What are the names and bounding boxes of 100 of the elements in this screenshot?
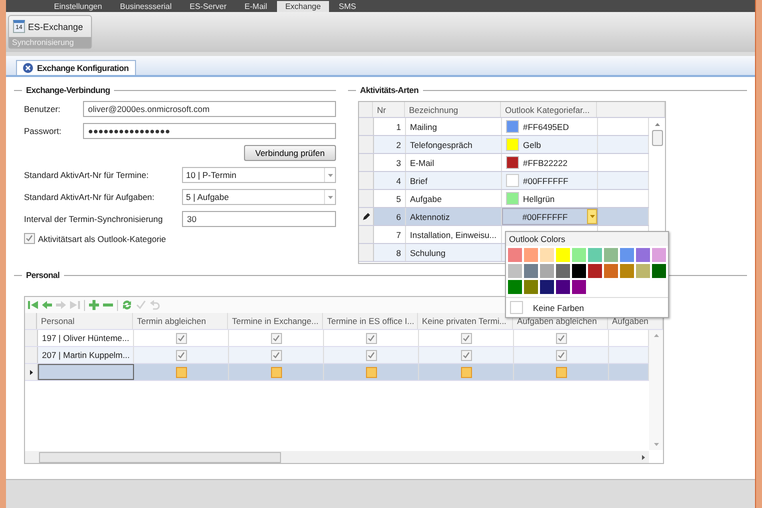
table-cell: 5 — [374, 190, 406, 207]
column-header[interactable]: Keine privaten Termi... — [418, 313, 513, 329]
checkbox[interactable] — [176, 366, 186, 378]
color-swatch[interactable] — [540, 248, 554, 262]
color-swatch[interactable] — [652, 264, 666, 278]
column-header[interactable]: Bezeichnung — [405, 102, 501, 117]
checkbox[interactable] — [176, 332, 186, 344]
table-row[interactable]: 2 Telefongespräch Gelb — [359, 136, 649, 154]
table-row[interactable] — [25, 364, 649, 381]
scrollbar[interactable] — [25, 451, 649, 463]
color-swatch[interactable] — [572, 264, 586, 278]
color-swatch[interactable] — [620, 264, 634, 278]
dropdown[interactable]: 5 | Aufgabe — [182, 189, 336, 205]
column-header[interactable]: Termine in Exchange... — [228, 313, 323, 329]
checkbox[interactable] — [556, 350, 566, 360]
app-tab[interactable]: SMS — [330, 1, 364, 12]
color-swatch[interactable] — [636, 264, 650, 278]
test-connection-button[interactable]: Verbindung prüfen — [244, 145, 336, 161]
app-tab[interactable]: Einstellungen — [46, 1, 110, 12]
color-swatch[interactable] — [508, 264, 522, 278]
dropdown[interactable]: 10 | P-Termin — [182, 167, 336, 183]
app-tab[interactable]: ES-Server — [182, 1, 235, 12]
table-cell: 7 — [374, 226, 406, 243]
empty-swatch[interactable] — [510, 301, 523, 314]
table-row[interactable]: 4 Brief #00FFFFFF — [359, 172, 649, 190]
column-header[interactable]: Personal — [37, 313, 133, 329]
scrollbar-thumb[interactable] — [652, 130, 662, 146]
color-swatch[interactable] — [572, 280, 586, 294]
checkbox[interactable] — [556, 332, 566, 344]
interval-field[interactable]: 30 — [182, 211, 336, 227]
color-swatch[interactable] — [620, 248, 634, 262]
column-header[interactable]: Termin abgleichen — [133, 313, 228, 329]
dropdown-arrow-icon — [590, 215, 594, 218]
scroll-up-icon — [654, 334, 658, 337]
checkbox[interactable] — [270, 332, 282, 344]
row-pointer-icon — [30, 370, 32, 374]
color-swatch[interactable] — [540, 280, 554, 294]
color-swatch[interactable] — [572, 248, 586, 262]
checkbox[interactable] — [366, 332, 376, 344]
pencil-icon — [362, 213, 370, 220]
plus-icon[interactable] — [89, 300, 99, 310]
checkbox[interactable] — [24, 233, 35, 244]
table-row[interactable]: 1 Mailing #FF6495ED — [359, 118, 649, 136]
color-swatch[interactable] — [604, 248, 618, 262]
column-header[interactable]: Termine in ES office I... — [323, 313, 418, 329]
document-tab[interactable]: Exchange Konfiguration — [16, 60, 136, 75]
table-row[interactable]: 6 Aktennotiz #00FFFFFF — [359, 208, 649, 226]
checkbox[interactable] — [366, 366, 376, 378]
table-row[interactable]: 3 E-Mail #FFB22222 — [359, 154, 649, 172]
menu-item[interactable]: Keine Farben — [533, 302, 584, 312]
color-swatch[interactable] — [556, 280, 570, 294]
table-cell: Brief — [406, 172, 502, 189]
checkbox[interactable] — [270, 366, 282, 378]
first-icon[interactable] — [28, 300, 38, 310]
color-swatch[interactable] — [556, 264, 570, 278]
app-tab[interactable]: Exchange — [277, 1, 329, 12]
color-swatch[interactable] — [524, 248, 538, 262]
password-field[interactable]: ●●●●●●●●●●●●●●●● — [83, 123, 336, 139]
right-arrow-icon[interactable] — [56, 300, 66, 310]
color-swatch[interactable] — [556, 248, 570, 262]
checkbox[interactable] — [270, 350, 282, 360]
column-header[interactable]: Aufgaben — [608, 313, 663, 329]
app-tab[interactable]: Businessserial — [112, 1, 180, 12]
ribbon-group-label: Synchronisierung — [9, 37, 91, 48]
user-field[interactable]: oliver@2000es.onmicrosoft.com — [83, 101, 336, 117]
group-title: Personal — [22, 270, 64, 280]
column-header[interactable]: Outlook Kategoriefar... — [501, 102, 597, 117]
color-swatch[interactable] — [508, 280, 522, 294]
color-swatch[interactable] — [636, 248, 650, 262]
last-icon[interactable] — [70, 300, 80, 310]
column-header[interactable]: Nr — [373, 102, 405, 117]
refresh-icon[interactable] — [122, 300, 132, 310]
color-swatch[interactable] — [524, 264, 538, 278]
color-swatch[interactable] — [524, 280, 538, 294]
checkbox[interactable] — [366, 350, 376, 360]
check-icon[interactable] — [136, 300, 146, 310]
color-swatch[interactable] — [652, 248, 666, 262]
dropdown-button[interactable] — [587, 209, 597, 224]
color-swatch[interactable] — [588, 264, 602, 278]
scrollbar-thumb[interactable] — [39, 452, 281, 462]
checkbox[interactable] — [460, 332, 472, 344]
color-swatch[interactable] — [588, 248, 602, 262]
color-swatch[interactable] — [540, 264, 554, 278]
color-swatch[interactable] — [508, 248, 522, 262]
column-header[interactable]: Aufgaben abgleichen — [513, 313, 608, 329]
undo-icon[interactable] — [150, 300, 160, 310]
input-field[interactable] — [38, 364, 134, 380]
scrollbar[interactable] — [649, 330, 663, 450]
checkbox[interactable] — [460, 350, 472, 360]
checkbox[interactable] — [460, 366, 472, 378]
table-row[interactable]: 207 | Martin Kuppelm... — [25, 347, 649, 364]
table-cell: 4 — [374, 172, 406, 189]
app-tab[interactable]: E-Mail — [236, 1, 276, 12]
checkbox[interactable] — [176, 350, 186, 360]
checkbox[interactable] — [556, 366, 566, 378]
color-swatch[interactable] — [604, 264, 618, 278]
table-cell: E-Mail — [406, 154, 502, 171]
table-cell: #00FFFFFF — [523, 176, 568, 186]
left-arrow-icon[interactable] — [42, 300, 52, 310]
table-row[interactable]: 5 Aufgabe Hellgrün — [359, 190, 649, 208]
